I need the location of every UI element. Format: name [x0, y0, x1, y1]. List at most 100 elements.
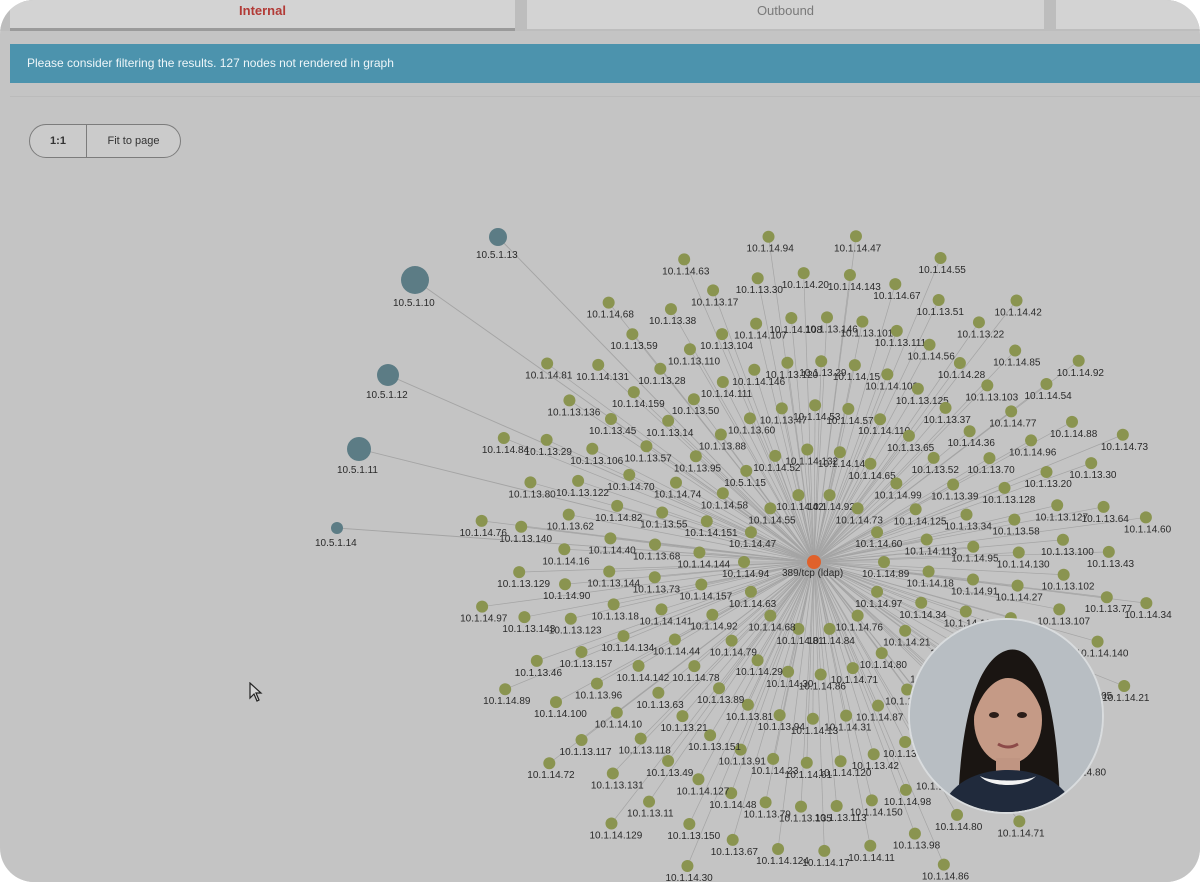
graph-outer-node[interactable] [347, 437, 371, 461]
graph-node[interactable] [1011, 579, 1024, 592]
graph-node[interactable] [1040, 465, 1053, 478]
graph-node[interactable] [626, 328, 639, 341]
graph-node[interactable] [764, 502, 777, 515]
graph-node[interactable] [937, 858, 950, 871]
graph-node[interactable] [864, 457, 877, 470]
graph-node[interactable] [738, 556, 750, 568]
graph-node[interactable] [815, 355, 828, 368]
graph-node[interactable] [1085, 457, 1098, 470]
graph-node[interactable] [878, 556, 890, 568]
graph-node[interactable] [706, 608, 719, 621]
graph-node[interactable] [874, 413, 887, 426]
graph-node[interactable] [773, 709, 786, 722]
graph-node[interactable] [846, 662, 859, 675]
graph-node[interactable] [748, 363, 761, 376]
graph-node[interactable] [586, 442, 599, 455]
graph-node[interactable] [643, 795, 656, 808]
graph-node[interactable] [932, 293, 945, 306]
graph-node[interactable] [911, 382, 924, 395]
graph-node[interactable] [575, 733, 588, 746]
graph-node[interactable] [830, 799, 843, 812]
graph-node[interactable] [801, 443, 814, 456]
graph-node[interactable] [683, 818, 696, 831]
graph-node[interactable] [848, 359, 861, 372]
graph-node[interactable] [541, 357, 554, 370]
graph-node[interactable] [714, 428, 727, 441]
graph-node[interactable] [983, 452, 996, 465]
graph-node[interactable] [762, 230, 775, 243]
graph-node[interactable] [927, 451, 940, 464]
graph-node[interactable] [648, 538, 661, 551]
graph-node[interactable] [800, 756, 813, 769]
graph-node[interactable] [792, 489, 805, 502]
graph-node[interactable] [963, 425, 976, 438]
graph-node[interactable] [559, 578, 572, 591]
graph-node[interactable] [908, 827, 921, 840]
graph-node[interactable] [602, 296, 615, 309]
graph-node[interactable] [634, 732, 647, 745]
graph-node[interactable] [1008, 513, 1021, 526]
graph-node[interactable] [781, 356, 794, 369]
graph-node[interactable] [1097, 500, 1110, 513]
graph-node[interactable] [530, 654, 543, 667]
graph-node[interactable] [695, 578, 708, 591]
graph-node[interactable] [683, 343, 696, 356]
graph-node[interactable] [716, 376, 729, 389]
graph-node[interactable] [558, 543, 571, 556]
graph-outer-node[interactable] [489, 228, 507, 246]
graph-node[interactable] [656, 506, 669, 519]
graph-node[interactable] [818, 844, 831, 857]
graph-node[interactable] [920, 533, 933, 546]
graph-node[interactable] [606, 767, 619, 780]
graph-node[interactable] [740, 464, 753, 477]
graph-node[interactable] [648, 571, 661, 584]
graph-node[interactable] [856, 315, 869, 328]
graph-node[interactable] [1100, 591, 1113, 604]
graph-node[interactable] [572, 474, 585, 487]
graph-node[interactable] [864, 839, 877, 852]
graph-node[interactable] [782, 665, 795, 678]
graph-node[interactable] [797, 267, 810, 280]
graph-node[interactable] [688, 660, 701, 673]
graph-node[interactable] [664, 303, 677, 316]
graph-node[interactable] [1040, 378, 1053, 391]
graph-node[interactable] [605, 817, 618, 830]
graph-node[interactable] [909, 503, 922, 516]
graph-node[interactable] [922, 565, 935, 578]
graph-node[interactable] [744, 585, 757, 598]
graph-node[interactable] [604, 413, 617, 426]
graph-node[interactable] [515, 520, 528, 533]
graph-node[interactable] [1116, 428, 1129, 441]
graph-node[interactable] [543, 757, 556, 770]
graph-node[interactable] [899, 624, 912, 637]
graph-node[interactable] [1102, 545, 1115, 558]
graph-node[interactable] [632, 659, 645, 672]
graph-node[interactable] [872, 699, 885, 712]
graph-node[interactable] [947, 478, 960, 491]
graph-node[interactable] [716, 487, 729, 500]
graph-node[interactable] [960, 508, 973, 521]
graph-node[interactable] [603, 565, 616, 578]
graph-node[interactable] [1091, 635, 1104, 648]
graph-node[interactable] [972, 316, 985, 329]
graph-node[interactable] [1053, 603, 1066, 616]
graph-node[interactable] [998, 481, 1011, 494]
graph-node[interactable] [1066, 415, 1079, 428]
graph-node[interactable] [851, 609, 864, 622]
graph-node[interactable] [668, 633, 681, 646]
graph-node[interactable] [899, 735, 912, 748]
graph-node[interactable] [562, 508, 575, 521]
graph-node[interactable] [564, 612, 577, 625]
graph-node[interactable] [951, 808, 964, 821]
graph-node[interactable] [549, 696, 562, 709]
graph-node[interactable] [676, 710, 689, 723]
graph-node[interactable] [1051, 499, 1064, 512]
graph-node[interactable] [1012, 546, 1025, 559]
graph-node[interactable] [652, 686, 665, 699]
graph-node[interactable] [499, 683, 512, 696]
graph-node[interactable] [806, 712, 819, 725]
graph-node[interactable] [833, 446, 846, 459]
graph-node[interactable] [967, 540, 980, 553]
graph-node[interactable] [823, 622, 836, 635]
graph-node[interactable] [1005, 405, 1018, 418]
